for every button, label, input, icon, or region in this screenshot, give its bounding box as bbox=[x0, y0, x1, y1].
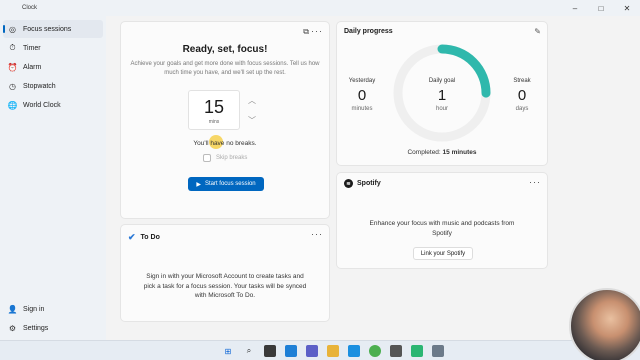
play-icon: ▶ bbox=[196, 181, 201, 188]
spotify-header: ≋ Spotify bbox=[344, 179, 381, 188]
stat-value: 0 bbox=[517, 87, 527, 104]
focus-more-button[interactable]: ··· bbox=[311, 26, 323, 36]
checkbox-icon bbox=[203, 154, 211, 162]
spotify-more-button[interactable]: ··· bbox=[529, 177, 541, 187]
file-explorer-icon[interactable] bbox=[327, 345, 339, 357]
maximize-button[interactable]: □ bbox=[588, 0, 614, 16]
stat-unit: hour bbox=[435, 106, 448, 112]
user-icon: 👤 bbox=[7, 304, 18, 314]
webcam-overlay bbox=[569, 288, 640, 360]
chat-icon[interactable] bbox=[306, 345, 318, 357]
sidebar-item-timer[interactable]: ⏱ Timer bbox=[3, 39, 103, 57]
taskbar-icons: ⊞ ⌕ bbox=[222, 345, 453, 357]
focus-card: ⧉ ··· Ready, set, focus! Achieve your go… bbox=[120, 21, 330, 219]
focus-duration-input[interactable]: 15 mins bbox=[188, 90, 240, 130]
todo-header: ✔ To Do bbox=[128, 232, 160, 243]
stat-yesterday: Yesterday 0 minutes bbox=[337, 78, 387, 112]
stat-label: Yesterday bbox=[348, 78, 376, 84]
edge-icon[interactable] bbox=[348, 345, 360, 357]
taskbar: ⊞ ⌕ bbox=[0, 340, 640, 360]
app-title: Clock bbox=[22, 5, 38, 11]
duration-value: 15 bbox=[203, 97, 225, 117]
duration-stepper: ︿ ﹀ bbox=[241, 90, 263, 130]
duration-unit: mins bbox=[208, 119, 220, 125]
app-icon[interactable] bbox=[390, 345, 402, 357]
todo-description: Sign in with your Microsoft Account to c… bbox=[143, 273, 307, 299]
sidebar-item-label: Settings bbox=[23, 324, 49, 332]
todo-more-button[interactable]: ··· bbox=[311, 229, 323, 239]
sidebar-item-settings[interactable]: ⚙ Settings bbox=[3, 319, 103, 337]
stat-unit: days bbox=[515, 106, 529, 112]
completed-value: 15 minutes bbox=[442, 149, 477, 156]
skip-breaks-label: Skip breaks bbox=[216, 155, 248, 161]
sidebar-item-alarm[interactable]: ⏰ Alarm bbox=[3, 58, 103, 76]
todo-card: ✔ To Do ··· Sign in with your Microsoft … bbox=[120, 224, 330, 322]
search-icon[interactable]: ⌕ bbox=[243, 345, 255, 357]
stat-unit: minutes bbox=[351, 106, 373, 112]
task-view-icon[interactable] bbox=[264, 345, 276, 357]
edit-icon[interactable]: ✎ bbox=[534, 27, 541, 36]
spotify-card: ≋ Spotify ··· Enhance your focus with mu… bbox=[336, 172, 548, 269]
focus-title: Ready, set, focus! bbox=[182, 44, 268, 55]
stat-value: 1 bbox=[437, 87, 447, 104]
stat-daily-goal[interactable]: Daily goal 1 hour bbox=[417, 78, 467, 112]
spotify-description: Enhance your focus with music and podcas… bbox=[369, 220, 515, 237]
close-button[interactable]: ✕ bbox=[614, 0, 640, 16]
start-focus-session-button[interactable]: ▶ Start focus session bbox=[188, 177, 264, 191]
alarm-icon: ⏰ bbox=[7, 62, 18, 72]
todo-icon: ✔ bbox=[128, 232, 136, 242]
settings-app-icon[interactable] bbox=[432, 345, 444, 357]
stopwatch-icon: ◷ bbox=[9, 81, 16, 91]
sidebar-item-label: Timer bbox=[23, 44, 41, 52]
chevron-down-icon[interactable]: ﹀ bbox=[241, 110, 263, 130]
gear-icon: ⚙ bbox=[8, 323, 17, 333]
compact-mode-icon[interactable]: ⧉ bbox=[303, 27, 309, 37]
stat-label: Daily goal bbox=[428, 78, 456, 84]
sidebar-item-label: World Clock bbox=[23, 101, 61, 109]
spotify-title: Spotify bbox=[357, 180, 381, 187]
sidebar: ◎ Focus sessions ⏱ Timer ⏰ Alarm ◷ Stopw… bbox=[0, 16, 106, 340]
sidebar-item-stopwatch[interactable]: ◷ Stopwatch bbox=[3, 77, 103, 95]
breaks-text: You'll have no breaks. bbox=[193, 140, 257, 147]
sidebar-item-label: Sign in bbox=[23, 305, 45, 313]
stat-streak: Streak 0 days bbox=[497, 78, 547, 112]
stat-label: Streak bbox=[513, 78, 531, 84]
sidebar-item-label: Alarm bbox=[23, 63, 42, 71]
main-content: ⧉ ··· Ready, set, focus! Achieve your go… bbox=[106, 16, 640, 340]
windows-start-icon[interactable]: ⊞ bbox=[222, 345, 234, 357]
timer-icon: ⏱ bbox=[9, 43, 16, 52]
skip-breaks-checkbox[interactable]: Skip breaks bbox=[203, 154, 247, 162]
globe-icon: 🌐 bbox=[7, 100, 18, 110]
title-bar: Clock – □ ✕ bbox=[0, 0, 640, 16]
completed-prefix: Completed: bbox=[407, 149, 441, 156]
minimize-button[interactable]: – bbox=[562, 0, 588, 16]
daily-progress-card: Daily progress ✎ Yesterday 0 minutes Dai… bbox=[336, 21, 548, 166]
focus-icon: ◎ bbox=[9, 24, 16, 34]
todo-title: To Do bbox=[140, 234, 160, 241]
app-icon-2[interactable] bbox=[411, 345, 423, 357]
daily-progress-title: Daily progress bbox=[344, 28, 393, 35]
link-spotify-button[interactable]: Link your Spotify bbox=[413, 247, 473, 260]
sidebar-item-label: Focus sessions bbox=[23, 25, 72, 33]
chrome-icon[interactable] bbox=[369, 345, 381, 357]
start-button-label: Start focus session bbox=[204, 181, 256, 187]
sidebar-item-sign-in[interactable]: 👤 Sign in bbox=[3, 300, 103, 318]
focus-description: Achieve your goals and get more done wit… bbox=[130, 61, 320, 76]
window-controls: – □ ✕ bbox=[562, 0, 640, 16]
spotify-icon: ≋ bbox=[344, 179, 353, 188]
chevron-up-icon[interactable]: ︿ bbox=[241, 90, 263, 110]
sidebar-item-label: Stopwatch bbox=[23, 82, 56, 90]
stat-value: 0 bbox=[357, 87, 367, 104]
completed-text: Completed: 15 minutes bbox=[337, 149, 547, 156]
sidebar-item-world-clock[interactable]: 🌐 World Clock bbox=[3, 96, 103, 114]
widgets-icon[interactable] bbox=[285, 345, 297, 357]
sidebar-item-focus-sessions[interactable]: ◎ Focus sessions bbox=[3, 20, 103, 38]
